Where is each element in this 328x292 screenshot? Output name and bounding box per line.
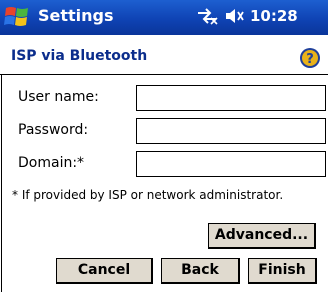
domain-field[interactable] [136,151,326,177]
password-field[interactable] [136,118,326,144]
clock[interactable]: 10:28 [250,7,298,25]
username-field[interactable] [136,85,326,111]
svg-text:?: ? [306,52,314,67]
header-divider [0,74,328,75]
domain-note: * If provided by ISP or network administ… [12,188,284,202]
back-button[interactable]: Back [161,258,240,284]
page-header: ISP via Bluetooth ? [0,35,328,75]
page-title: ISP via Bluetooth [11,48,148,64]
help-icon[interactable]: ? [299,47,321,69]
username-label: User name: [18,89,99,105]
left-border [1,75,2,292]
connectivity-icon[interactable] [196,7,218,25]
app-title[interactable]: Settings [38,6,114,25]
title-bar: Settings 10:28 [0,0,328,35]
advanced-button[interactable]: Advanced... [208,223,316,249]
password-label: Password: [18,122,89,138]
cancel-button[interactable]: Cancel [56,258,153,284]
volume-icon[interactable] [224,7,246,25]
windows-start-icon[interactable] [3,4,31,30]
domain-label: Domain:* [18,155,85,171]
finish-button[interactable]: Finish [248,258,317,284]
